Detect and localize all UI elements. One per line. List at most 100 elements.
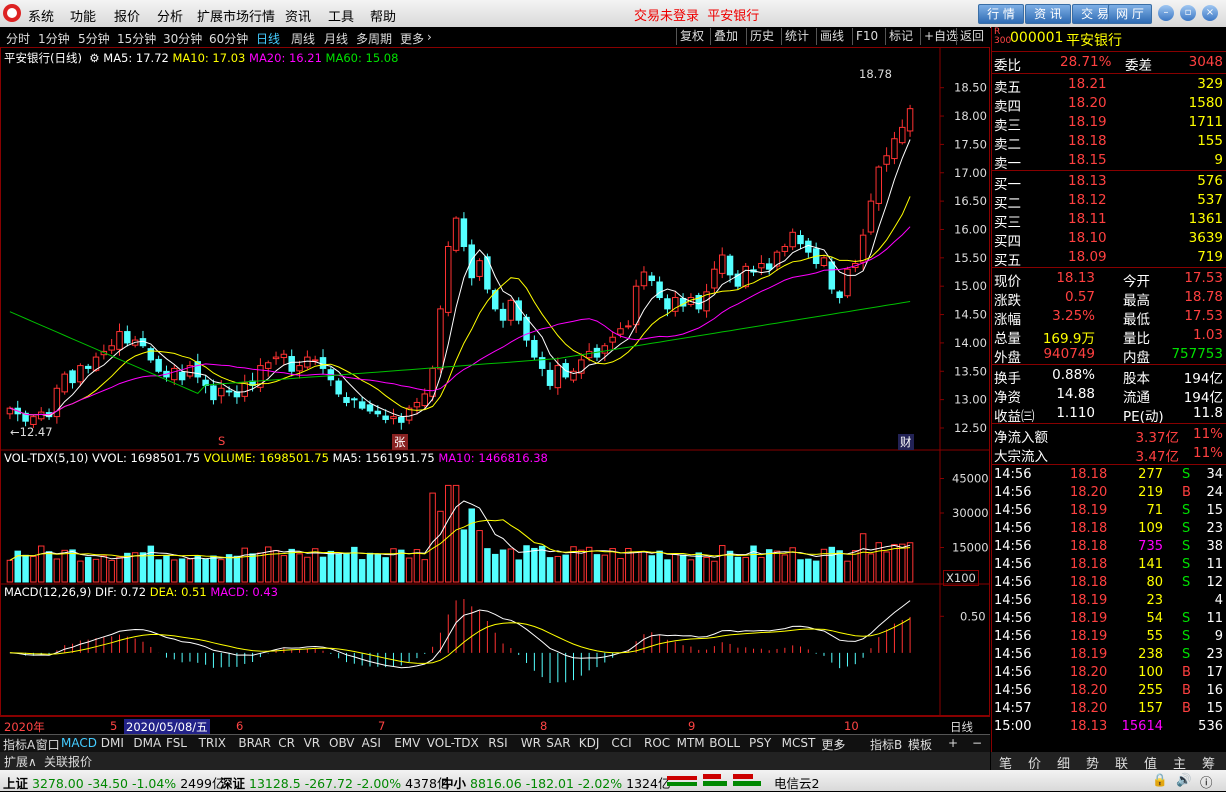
indicator-tab[interactable]: 更多 [821,736,845,753]
chart-area[interactable]: 12.50 13.00 13.50 14.00 14.50 15.00 15.50 16.00… [0,47,990,734]
menu-extended-market[interactable]: 扩展市场行情 [197,6,275,25]
ask-row[interactable]: 卖四 18.20 1580 [992,94,1226,115]
tool-back[interactable]: 返回 [956,28,987,45]
ask-row[interactable]: 卖一 18.15 9 [992,151,1226,172]
indicator-tab[interactable]: TRIX [199,736,226,750]
menu-function[interactable]: 功能 [70,6,96,25]
period-15min[interactable]: 15分钟 [117,30,156,47]
period-1min[interactable]: 1分钟 [38,30,70,47]
indicator-tab[interactable]: FSL [166,736,187,750]
hall-button[interactable]: 网 厅 [1108,4,1152,24]
tool-f10[interactable]: F10 [852,28,881,45]
volume-bar [30,555,37,583]
settings-dot-icon[interactable]: ⚙ [86,51,99,65]
menu-analysis[interactable]: 分析 [157,6,183,25]
period-60min[interactable]: 60分钟 [209,30,248,47]
flow-value: 3.37亿 [1135,430,1179,446]
period-more[interactable]: 更多 [400,30,424,47]
add-window-button[interactable]: + [948,736,958,750]
indicator-tab[interactable]: DMA [133,736,161,750]
sh-index[interactable]: 上证 3278.00 -34.50 -1.04% 2499亿 [3,773,225,792]
indicator-tab[interactable]: MACD [61,736,97,750]
menu-system[interactable]: 系统 [28,6,54,25]
bid-row[interactable]: 买四 18.10 3639 [992,229,1226,250]
volume-bar [906,542,914,583]
event-marker-cai[interactable]: 财 [898,434,914,450]
indicator-tab[interactable]: CR [278,736,295,750]
login-status[interactable]: 交易未登录 平安银行 [634,5,759,24]
tool-stats[interactable]: 统计 [781,28,812,45]
more-chevron-icon[interactable]: › [427,30,432,44]
flow-row[interactable]: 大宗流入 3.47亿 11% [992,444,1226,465]
price-tick-label: 16.50 [954,194,987,208]
quote-button[interactable]: 行 情 [978,4,1024,24]
indicator-tab[interactable]: VOL-TDX [427,736,479,750]
menu-help[interactable]: 帮助 [370,6,396,25]
period-daily[interactable]: 日线 [256,30,280,47]
indicator-tab[interactable]: ASI [362,736,381,750]
bid-row[interactable]: 买一 18.13 576 [992,172,1226,193]
indicator-b-tab[interactable]: 指标B [870,736,902,753]
lock-icon[interactable]: 🔒 [1152,772,1168,788]
indicator-scroll-icon[interactable]: › [836,736,841,750]
info-icon[interactable]: ⓘ [1200,772,1213,791]
tool-mark[interactable]: 标记 [885,28,916,45]
remove-window-button[interactable]: − [972,736,982,750]
tool-draw[interactable]: 画线 [816,28,847,45]
candle-body [531,339,538,358]
event-marker-s[interactable]: S [218,434,225,448]
tool-overlay[interactable]: 叠加 [710,28,741,45]
server-name[interactable]: 电信云2 [774,773,819,792]
flow-row[interactable]: 净流入额 3.37亿 11% [992,425,1226,446]
sz-index[interactable]: 深证 13128.5 -267.72 -2.00% 4378亿 [220,773,449,792]
indicator-tab[interactable]: BRAR [238,736,271,750]
zx-index[interactable]: 中小 8816.06 -182.01 -2.02% 1324亿 [441,773,670,792]
indicator-tab[interactable]: ROC [644,736,670,750]
related-quotes-tab[interactable]: 关联报价 [44,753,92,770]
tick-price: 18.19 [1070,647,1108,662]
sound-icon[interactable]: 🔊 [1176,772,1192,788]
tool-add-favorite[interactable]: +自选 [920,28,961,45]
tool-history[interactable]: 历史 [746,28,777,45]
bid-row[interactable]: 买二 18.12 537 [992,191,1226,212]
indicator-tab[interactable]: PSY [749,736,771,750]
indicator-tab[interactable]: EMV [394,736,420,750]
indicator-tab[interactable]: KDJ [579,736,600,750]
indicator-tab[interactable]: WR [521,736,541,750]
period-weekly[interactable]: 周线 [291,30,315,47]
template-tab[interactable]: 模板 [908,736,932,753]
period-monthly[interactable]: 月线 [324,30,348,47]
bid-row[interactable]: 买三 18.11 1361 [992,210,1226,231]
indicator-tab[interactable]: VR [304,736,321,750]
ask-row[interactable]: 卖五 18.21 329 [992,75,1226,96]
minimize-icon[interactable]: – [1158,5,1174,21]
tool-adjust[interactable]: 复权 [676,28,707,45]
candle-body [499,308,507,321]
event-marker-zhang[interactable]: 张 [392,434,408,450]
period-fenshi[interactable]: 分时 [6,30,30,47]
restore-icon[interactable]: ▫ [1180,5,1196,21]
ask-row[interactable]: 卖二 18.18 155 [992,132,1226,153]
bid-row[interactable]: 买五 18.09 719 [992,248,1226,269]
indicator-tab[interactable]: DMI [101,736,124,750]
indicator-tab[interactable]: RSI [488,736,508,750]
menu-quote[interactable]: 报价 [114,6,140,25]
indicator-tab[interactable]: CCI [611,736,631,750]
extend-toggle[interactable]: 扩展∧ [4,753,37,770]
indicator-tab[interactable]: 窗口 [36,736,60,753]
indicator-tab[interactable]: 指标A [3,736,35,753]
indicator-tab[interactable]: MCST [782,736,816,750]
period-30min[interactable]: 30分钟 [163,30,202,47]
menu-tools[interactable]: 工具 [328,6,354,25]
period-5min[interactable]: 5分钟 [78,30,110,47]
indicator-tab[interactable]: OBV [329,736,355,750]
close-icon[interactable]: × [1202,5,1218,21]
ask-row[interactable]: 卖三 18.19 1711 [992,113,1226,134]
info-button[interactable]: 资 讯 [1025,4,1071,24]
menu-info[interactable]: 资讯 [285,6,311,25]
period-multi[interactable]: 多周期 [356,30,392,47]
indicator-tab[interactable]: MTM [677,736,705,750]
indicator-tab[interactable]: BOLL [709,736,740,750]
indicator-tab[interactable]: SAR [546,736,570,750]
timeline-period[interactable]: 日线 [950,719,973,735]
